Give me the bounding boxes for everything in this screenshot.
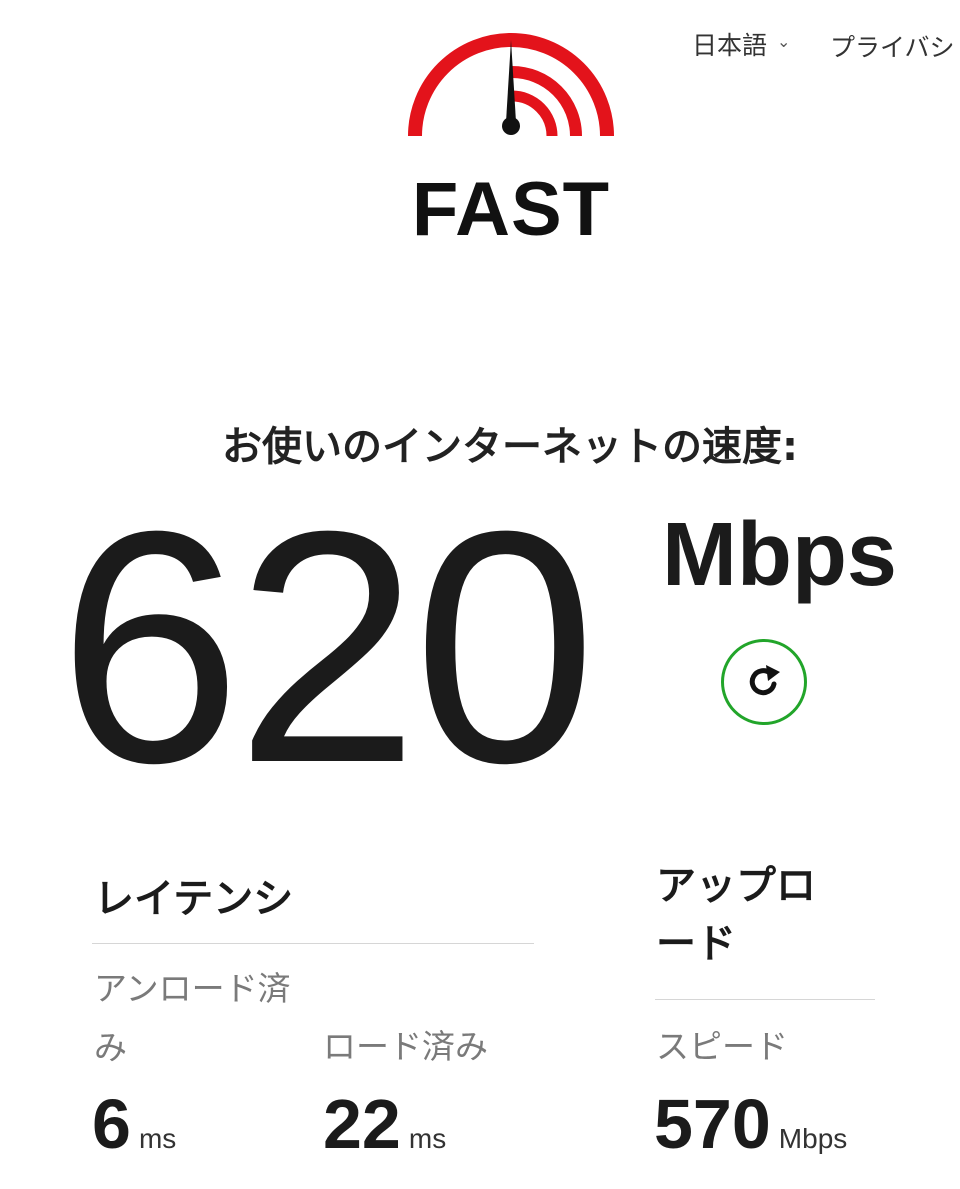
speedometer-icon xyxy=(408,33,614,137)
language-label: 日本語 xyxy=(692,31,768,60)
fast-logo[interactable]: FAST xyxy=(405,32,617,248)
unloaded-latency-unit: ms xyxy=(138,1123,177,1154)
unloaded-latency-value: 6 xyxy=(92,1085,131,1163)
loaded-latency-value: 22 xyxy=(323,1085,401,1163)
privacy-link[interactable]: プライバシ xyxy=(830,28,955,64)
loaded-latency-metric: 22 ms xyxy=(323,1084,446,1164)
upload-speed-unit: Mbps xyxy=(778,1123,848,1154)
logo-text: FAST xyxy=(411,167,611,252)
refresh-icon xyxy=(749,665,780,696)
upload-speed-metric: 570 Mbps xyxy=(654,1084,847,1164)
loaded-latency-unit: ms xyxy=(408,1123,447,1154)
speed-unit: Mbps xyxy=(662,505,897,605)
upload-speed-value: 570 xyxy=(654,1085,771,1163)
upload-title: アップロ ード xyxy=(656,863,816,967)
language-selector[interactable]: 日本語 ⌄ xyxy=(692,26,790,62)
refresh-button[interactable] xyxy=(721,639,807,725)
chevron-down-icon: ⌄ xyxy=(777,31,791,51)
upload-divider xyxy=(655,999,875,1000)
latency-divider xyxy=(92,943,534,944)
unloaded-latency-metric: 6 ms xyxy=(92,1084,176,1164)
unloaded-latency-label: アンロード済 み xyxy=(94,969,291,1067)
loaded-latency-label: ロード済み xyxy=(323,1027,488,1066)
latency-title: レイテンシ xyxy=(94,876,294,922)
upload-speed-label: スピード xyxy=(656,1027,788,1066)
speed-value: 620 xyxy=(58,462,597,831)
